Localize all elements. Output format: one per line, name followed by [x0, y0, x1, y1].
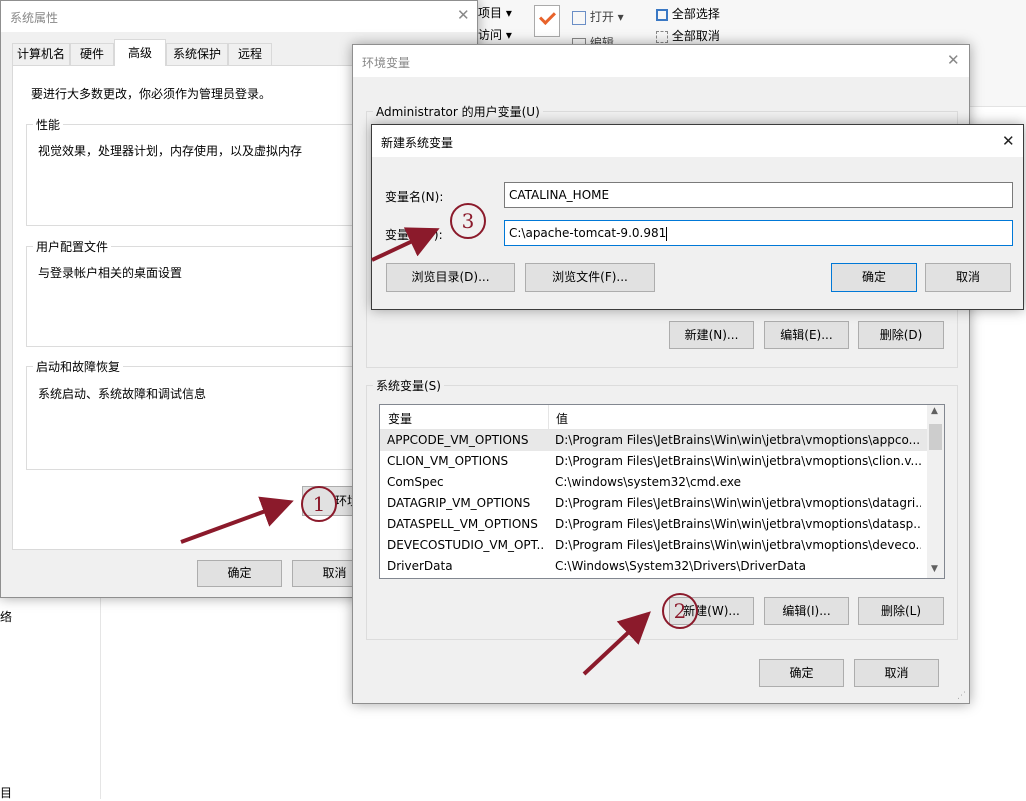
step-2-badge: 2: [662, 593, 698, 629]
step-3-badge: 3: [450, 203, 486, 239]
arrow-step-1: [180, 496, 294, 544]
arrow-step-3: [371, 227, 440, 262]
tab-advanced[interactable]: 高级: [114, 39, 166, 66]
annotation-arrows: [180, 227, 651, 676]
arrow-step-2: [582, 611, 651, 676]
step-1-badge: 1: [301, 486, 337, 522]
